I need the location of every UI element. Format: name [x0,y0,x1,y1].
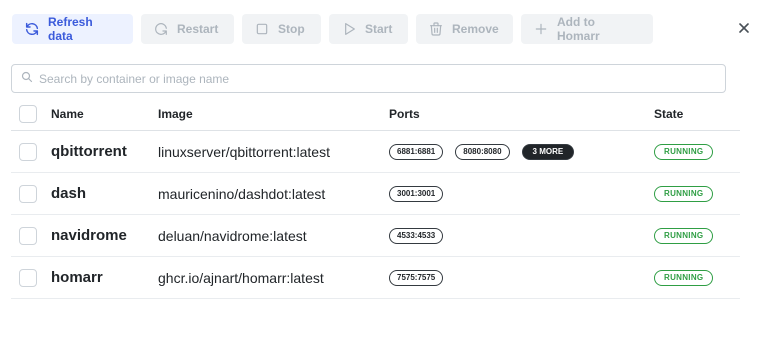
containers-table: Name Image Ports State qbittorrent linux… [11,97,740,299]
container-image: deluan/navidrome:latest [158,227,307,244]
container-image: mauricenino/dashdot:latest [158,185,326,202]
header-state: State [654,106,684,121]
container-name: dash [51,185,87,202]
toolbar: Refresh data Restart Stop Start Remove A… [12,14,653,44]
add-to-homarr-button[interactable]: Add to Homarr [521,14,653,44]
restart-label: Restart [177,22,219,36]
ports-cell: 4533:4533 [389,215,444,256]
ports-cell: 3001:3001 [389,173,444,214]
row-checkbox[interactable] [19,268,37,287]
container-name: qbittorrent [51,143,127,160]
container-image: linuxserver/qbittorrent:latest [158,143,330,160]
ports-cell: 7575:7575 [389,257,444,298]
start-label: Start [365,22,393,36]
header-ports: Ports [389,106,420,121]
trash-icon [428,21,444,37]
table-row[interactable]: homarr ghcr.io/ajnart/homarr:latest 7575… [11,257,740,299]
status-badge: RUNNING [654,269,714,286]
start-button[interactable]: Start [329,14,408,44]
close-icon[interactable] [737,21,751,35]
refresh-data-button[interactable]: Refresh data [12,14,133,44]
table-header-row: Name Image Ports State [11,97,740,131]
refresh-icon [24,21,40,37]
remove-label: Remove [452,22,499,36]
status-badge: RUNNING [654,143,714,160]
stop-label: Stop [278,22,305,36]
port-badge: 7575:7575 [389,269,444,286]
plus-icon [533,21,549,37]
container-image: ghcr.io/ajnart/homarr:latest [158,269,324,286]
remove-button[interactable]: Remove [416,14,513,44]
search-icon [21,70,33,88]
select-all-checkbox[interactable] [19,104,37,123]
play-icon [341,21,357,37]
port-badge: 3001:3001 [389,185,444,202]
row-checkbox[interactable] [19,226,37,245]
more-ports-badge[interactable]: 3 MORE [521,143,575,160]
refresh-data-label: Refresh data [48,15,93,43]
port-badge: 6881:6881 [389,143,444,160]
row-checkbox[interactable] [19,184,37,203]
row-checkbox[interactable] [19,142,37,161]
table-row[interactable]: qbittorrent linuxserver/qbittorrent:late… [11,131,740,173]
search-field[interactable] [11,64,726,93]
status-badge: RUNNING [654,185,714,202]
header-image: Image [158,106,193,121]
stop-square-icon [254,21,270,37]
table-row[interactable]: navidrome deluan/navidrome:latest 4533:4… [11,215,740,257]
rotate-icon [153,21,169,37]
add-to-homarr-label: Add to Homarr [557,15,600,43]
search-input[interactable] [39,71,719,86]
stop-button[interactable]: Stop [242,14,321,44]
container-name: homarr [51,269,103,286]
ports-cell: 6881:6881 8080:8080 3 MORE [389,131,575,172]
header-name: Name [51,106,84,121]
status-badge: RUNNING [654,227,714,244]
container-name: navidrome [51,227,127,244]
table-row[interactable]: dash mauricenino/dashdot:latest 3001:300… [11,173,740,215]
restart-button[interactable]: Restart [141,14,234,44]
port-badge: 8080:8080 [455,143,510,160]
port-badge: 4533:4533 [389,227,444,244]
